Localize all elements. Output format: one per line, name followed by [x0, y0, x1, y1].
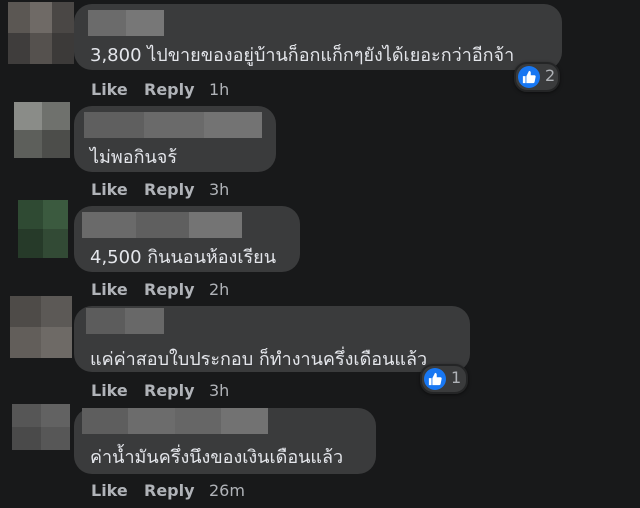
author-name-blurred[interactable]: [84, 112, 262, 138]
author-name-blurred[interactable]: [82, 212, 242, 238]
comment-timestamp[interactable]: 2h: [209, 280, 229, 299]
comment-thread: 3,800 ไปขายของอยู่บ้านก็อกแก็กๆยังได้เยอ…: [0, 0, 640, 508]
like-thumbs-up-icon: [424, 368, 446, 390]
comment-bubble: ไม่พอกินจร้: [74, 106, 276, 172]
avatar[interactable]: [18, 200, 68, 258]
comment-text: ไม่พอกินจร้: [90, 147, 178, 168]
comment-timestamp[interactable]: 1h: [209, 80, 229, 99]
reaction-summary[interactable]: 1: [420, 364, 468, 394]
like-button[interactable]: Like: [91, 481, 128, 500]
avatar[interactable]: [14, 102, 70, 158]
reply-button[interactable]: Reply: [144, 80, 195, 99]
like-button[interactable]: Like: [91, 280, 128, 299]
reaction-count: 2: [545, 66, 556, 85]
reply-button[interactable]: Reply: [144, 481, 195, 500]
reaction-summary[interactable]: 2: [514, 62, 560, 92]
comment-text: แค่ค่าสอบใบประกอบ ก็ทำงานครึ่งเดือนแล้ว: [90, 349, 428, 370]
author-name-blurred[interactable]: [86, 308, 164, 334]
comment-bubble: 4,500 กินนอนห้องเรียน: [74, 206, 300, 272]
reply-button[interactable]: Reply: [144, 180, 195, 199]
author-name-blurred[interactable]: [82, 408, 268, 434]
reaction-count: 1: [451, 368, 462, 387]
comment-bubble: ค่าน้ำมันครึ่งนึงของเงินเดือนแล้ว: [74, 408, 376, 474]
like-button[interactable]: Like: [91, 180, 128, 199]
avatar[interactable]: [8, 2, 74, 64]
reply-button[interactable]: Reply: [144, 280, 195, 299]
comment-timestamp[interactable]: 26m: [209, 481, 245, 500]
comment-actions: Like Reply 3h: [91, 381, 291, 401]
comment-timestamp[interactable]: 3h: [209, 381, 229, 400]
comment-actions: Like Reply 1h: [91, 80, 291, 100]
like-thumbs-up-icon: [518, 66, 540, 88]
like-button[interactable]: Like: [91, 381, 128, 400]
reply-button[interactable]: Reply: [144, 381, 195, 400]
avatar[interactable]: [10, 296, 72, 358]
comment-bubble: 3,800 ไปขายของอยู่บ้านก็อกแก็กๆยังได้เยอ…: [74, 4, 562, 70]
like-button[interactable]: Like: [91, 80, 128, 99]
comment-timestamp[interactable]: 3h: [209, 180, 229, 199]
avatar[interactable]: [12, 404, 70, 450]
comment-text: ค่าน้ำมันครึ่งนึงของเงินเดือนแล้ว: [90, 447, 344, 468]
comment-text: 4,500 กินนอนห้องเรียน: [90, 247, 277, 268]
comment-actions: Like Reply 3h: [91, 180, 291, 200]
comment-actions: Like Reply 2h: [91, 280, 291, 300]
comment-bubble: แค่ค่าสอบใบประกอบ ก็ทำงานครึ่งเดือนแล้ว: [74, 306, 470, 372]
comment-actions: Like Reply 26m: [91, 481, 291, 501]
author-name-blurred[interactable]: [88, 10, 164, 36]
comment-text: 3,800 ไปขายของอยู่บ้านก็อกแก็กๆยังได้เยอ…: [90, 45, 515, 66]
